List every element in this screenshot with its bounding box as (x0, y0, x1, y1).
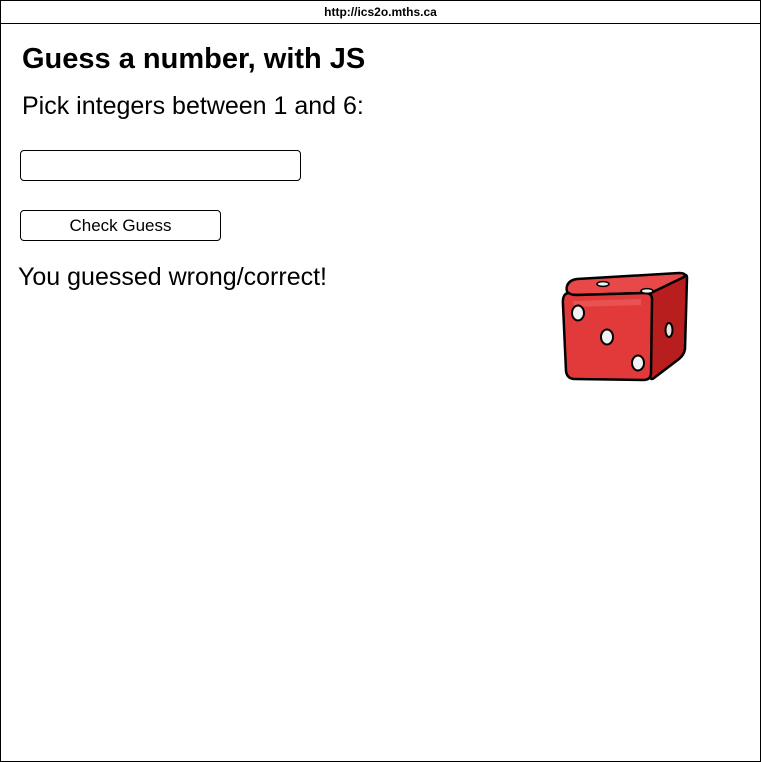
result-text: You guessed wrong/correct! (18, 263, 327, 291)
url-bar: http://ics2o.mths.ca (1, 1, 760, 24)
dice-pip (600, 328, 614, 346)
dice-pip (631, 354, 645, 372)
page-frame: http://ics2o.mths.ca Guess a number, wit… (0, 0, 761, 762)
dice-pip (664, 322, 674, 338)
dice-pip (571, 304, 585, 322)
instruction-text: Pick integers between 1 and 6: (22, 92, 364, 120)
dice-pip (596, 280, 610, 288)
check-guess-button[interactable]: Check Guess (20, 210, 221, 241)
dice-pip (640, 287, 654, 295)
guess-input[interactable] (20, 150, 301, 181)
dice-image (561, 271, 689, 382)
page-title: Guess a number, with JS (22, 43, 366, 75)
